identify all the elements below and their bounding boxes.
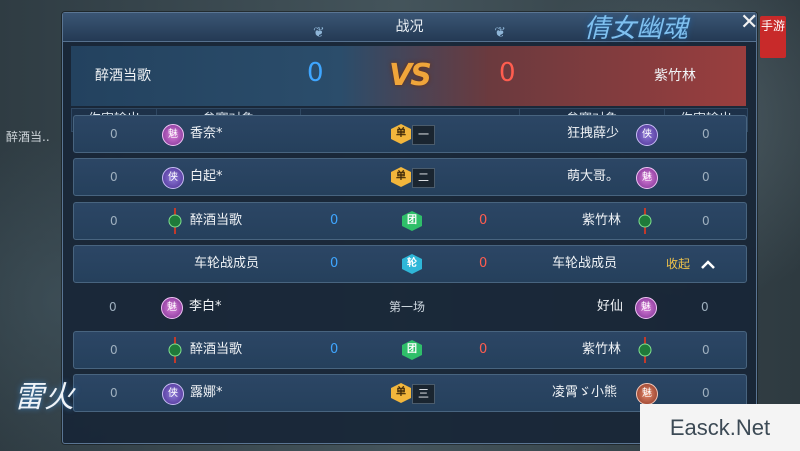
right-score: 0 — [479, 256, 488, 271]
left-player-name: 白起* — [190, 169, 223, 184]
panel-title: 战况 — [395, 19, 424, 35]
class-badge-icon: 侠 — [162, 167, 184, 189]
round-label: 第一场 — [389, 300, 426, 314]
left-wheel-label: 车轮战成员 — [194, 256, 260, 271]
class-badge-icon: 魅 — [161, 297, 183, 319]
class-badge-icon: 侠 — [636, 124, 658, 146]
left-damage: 0 — [110, 214, 118, 228]
single-match-icon: 单 — [391, 124, 411, 144]
round-number: 三 — [412, 384, 435, 404]
left-player-name: 露娜* — [190, 385, 223, 400]
right-damage: 0 — [701, 300, 709, 314]
game-logo: 倩女幽魂 — [584, 14, 689, 44]
right-score: 0 — [479, 342, 488, 357]
team-match-icon: 团 — [402, 340, 422, 360]
wheel-battle-row[interactable]: 车轮战成员 0 轮 0 车轮战成员 收起 — [73, 245, 747, 283]
clan-emblem-icon — [168, 337, 182, 363]
collapse-button[interactable]: 收起 — [666, 246, 690, 282]
right-team-name: 紫竹林 — [582, 213, 622, 228]
right-damage: 0 — [702, 127, 710, 141]
watermark: Easck.Net — [640, 404, 800, 451]
left-damage: 0 — [110, 386, 118, 400]
right-wheel-label: 车轮战成员 — [552, 256, 618, 271]
left-player-name: 香奈* — [190, 126, 223, 141]
class-badge-icon: 魅 — [636, 383, 658, 405]
class-badge-icon: 侠 — [162, 383, 184, 405]
single-match-icon: 单 — [391, 167, 411, 187]
wheel-sub-row[interactable]: 0 魅 李白* 第一场 好仙 魅 0 — [73, 289, 745, 325]
left-score: 0 — [330, 256, 339, 271]
left-damage: 0 — [109, 300, 117, 314]
single-match-icon: 单 — [391, 383, 411, 403]
clan-emblem-icon — [638, 337, 652, 363]
round-number: 二 — [412, 168, 435, 188]
clan-emblem-icon — [168, 208, 182, 234]
left-team-name: 醉酒当歌 — [95, 68, 151, 84]
close-icon[interactable]: ✕ — [740, 10, 758, 35]
versus-bar: 醉酒当歌 0 VS 0 紫竹林 — [71, 46, 746, 106]
class-badge-icon: 魅 — [162, 124, 184, 146]
match-row-2[interactable]: 0 侠 白起* 单 二 萌大哥。 魅 0 — [73, 158, 747, 196]
match-row-5[interactable]: 0 醉酒当歌 0 团 0 紫竹林 0 — [73, 331, 747, 369]
right-score: 0 — [479, 213, 488, 228]
right-player-name: 凌霄ゞ小熊 — [552, 385, 618, 400]
clan-emblem-icon — [638, 208, 652, 234]
match-row-3[interactable]: 0 醉酒当歌 0 团 0 紫竹林 0 — [73, 202, 747, 240]
team-match-icon: 团 — [402, 211, 422, 231]
class-badge-icon: 魅 — [635, 297, 657, 319]
left-team-name: 醉酒当歌 — [190, 213, 243, 228]
left-score: 0 — [330, 213, 339, 228]
left-score: 0 — [330, 342, 339, 357]
right-damage: 0 — [702, 343, 710, 357]
right-damage: 0 — [702, 170, 710, 184]
title-ornament-right-icon: ❦ — [494, 25, 506, 41]
right-damage: 0 — [702, 214, 710, 228]
vs-icon: VS — [389, 58, 432, 93]
left-damage: 0 — [110, 343, 118, 357]
wheel-match-icon: 轮 — [402, 254, 422, 274]
round-number: 一 — [412, 125, 435, 145]
publisher-logo: 雷火 — [14, 380, 74, 415]
background-player-label: 醉酒当.. — [6, 130, 50, 144]
right-team-score: 0 — [499, 58, 516, 88]
title-ornament-left-icon: ❦ — [313, 25, 325, 41]
left-player-name: 李白* — [189, 299, 222, 314]
chevron-up-icon[interactable] — [700, 260, 716, 270]
left-damage: 0 — [110, 127, 118, 141]
battle-status-panel: ❦ 战况 ❦ 醉酒当歌 0 VS 0 紫竹林 伤害输出 参赛对象 参赛对象 伤害… — [62, 12, 757, 444]
right-player-name: 好仙 — [597, 299, 624, 314]
right-team-name: 紫竹林 — [582, 342, 622, 357]
game-logo-stamp: 手游 — [760, 16, 786, 58]
left-team-name: 醉酒当歌 — [190, 342, 243, 357]
right-player-name: 狂拽薛少 — [567, 126, 620, 141]
match-row-1[interactable]: 0 魅 香奈* 单 一 狂拽薛少 侠 0 — [73, 115, 747, 153]
class-badge-icon: 魅 — [636, 167, 658, 189]
right-team-name: 紫竹林 — [654, 68, 696, 84]
left-damage: 0 — [110, 170, 118, 184]
left-team-score: 0 — [307, 58, 324, 88]
right-player-name: 萌大哥。 — [567, 169, 620, 184]
